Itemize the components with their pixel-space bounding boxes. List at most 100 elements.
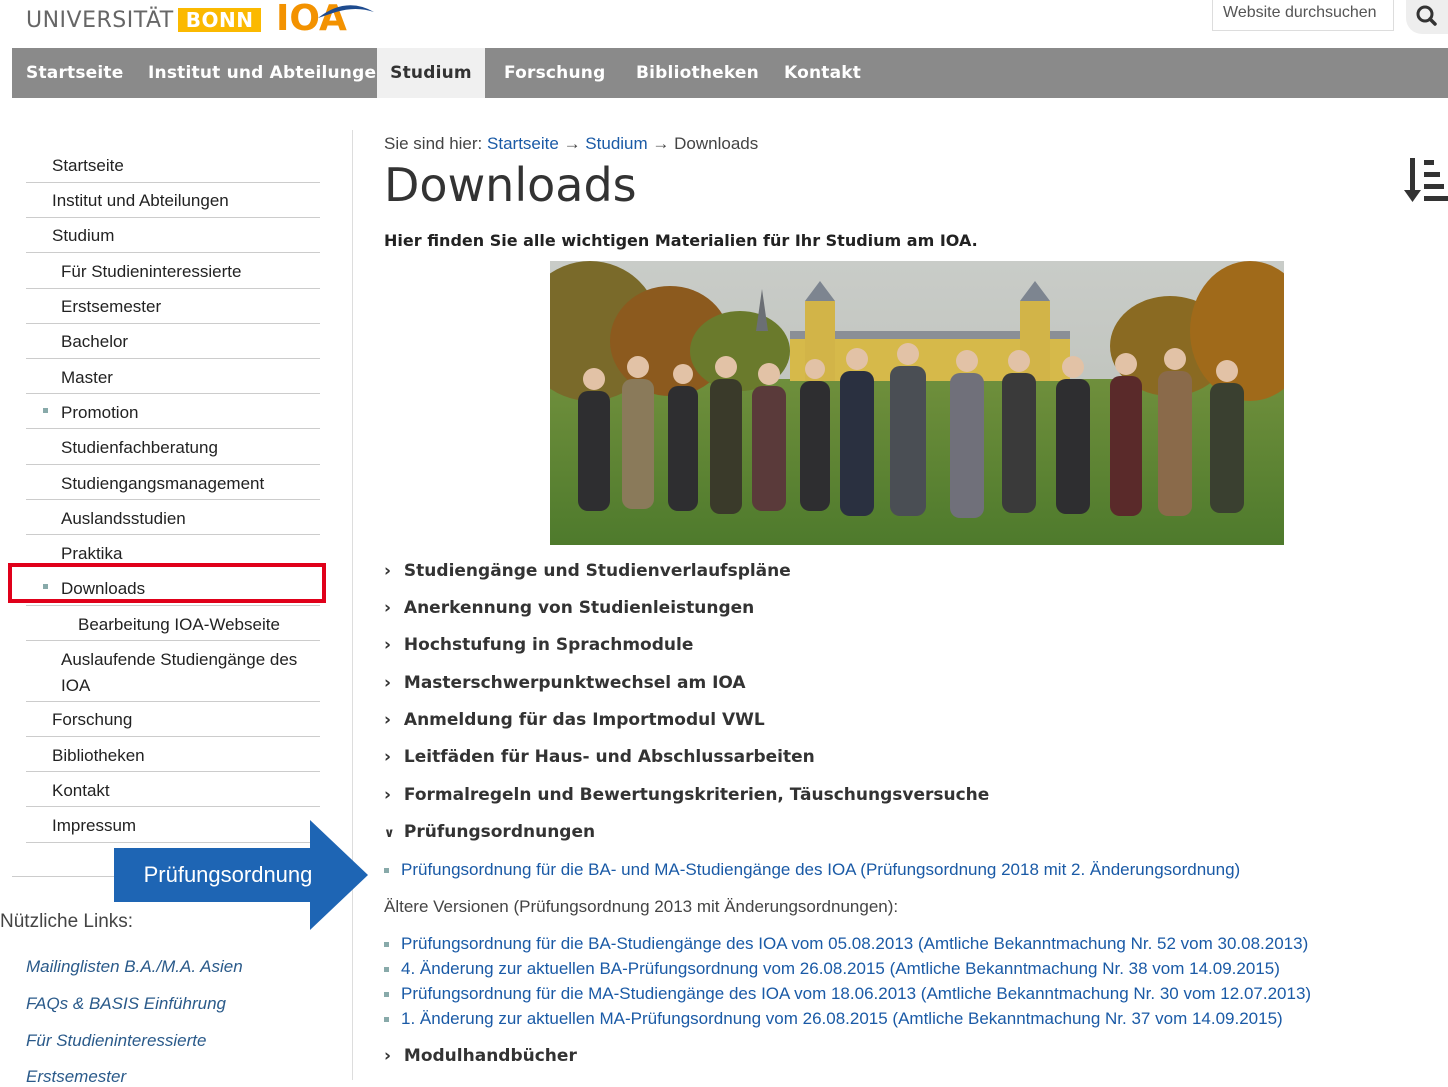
accordion-label: Formalregeln und Bewertungskriterien, Tä… [403,785,990,805]
document-link-ma-aenderung[interactable]: 1. Änderung zur aktuellen MA-Prüfungsord… [384,1009,1283,1029]
sidebar-item-praktika[interactable]: Praktika [61,544,329,564]
accordion-hochstufung[interactable]: › Hochstufung in Sprachmodule [384,635,693,655]
nav-forschung[interactable]: Forschung [504,48,605,98]
accordion-label: Masterschwerpunktwechsel am IOA [403,673,746,693]
sidebar-item-auslaufende[interactable]: Auslaufende Studiengänge des IOA [61,650,329,702]
accordion-formalregeln[interactable]: › Formalregeln und Bewertungskriterien, … [384,785,989,805]
logo-universitaet-text: UNIVERSITÄT [26,8,174,33]
accordion-label: Anerkennung von Studienleistungen [403,598,755,618]
bullet-icon [384,967,389,973]
accordion-label: Studiengänge und Studienverlaufspläne [403,561,791,581]
accordion-anerkennung[interactable]: › Anerkennung von Studienleistungen [384,598,754,618]
document-link-ba-aenderung[interactable]: 4. Änderung zur aktuellen BA-Prüfungsord… [384,959,1280,979]
main-navigation: Startseite Institut und Abteilungen Stud… [12,48,1448,98]
chevron-right-icon: › [384,598,392,618]
divider [26,288,320,289]
divider [26,701,320,702]
sidebar-item-institut[interactable]: Institut und Abteilungen [52,191,320,211]
sidebar-item-studienfachberatung[interactable]: Studienfachberatung [61,438,329,458]
nav-bibliotheken[interactable]: Bibliotheken [636,48,759,98]
divider [26,605,320,606]
bullet-icon [384,942,389,948]
chevron-right-icon: › [384,1046,392,1066]
bullet-icon [43,408,48,413]
university-logo[interactable]: UNIVERSITÄT BONN [26,8,262,33]
document-link-text: Prüfungsordnung für die BA-Studiengänge … [401,934,1309,953]
accordion-label: Hochstufung in Sprachmodule [403,635,694,655]
accordion-studiengaenge[interactable]: › Studiengänge und Studienverlaufspläne [384,561,791,581]
breadcrumb-prefix: Sie sind hier: [384,134,483,153]
document-link-current[interactable]: Prüfungsordnung für die BA- und MA-Studi… [384,860,1240,880]
document-link-ba-2013[interactable]: Prüfungsordnung für die BA-Studiengänge … [384,934,1308,954]
search-input[interactable]: Website durchsuchen [1212,0,1394,31]
divider [26,806,320,807]
divider [26,217,320,218]
breadcrumb-sep: → [563,134,581,153]
sidebar-item-studium[interactable]: Studium [52,226,320,246]
chevron-right-icon: › [384,561,392,581]
useful-link-studieninteressierte[interactable]: Für Studieninteressierte [26,1031,206,1051]
divider [26,534,320,535]
divider [26,771,320,772]
accordion-label: Prüfungsordnungen [403,822,596,842]
older-versions-label: Ältere Versionen (Prüfungsordnung 2013 m… [384,897,899,916]
bullet-icon [384,1017,389,1023]
useful-link-faqs[interactable]: FAQs & BASIS Einführung [26,994,226,1014]
breadcrumb-studium[interactable]: Studium [585,134,647,153]
chevron-right-icon: › [384,785,392,805]
accordion-leitfaeden[interactable]: › Leitfäden für Haus- und Abschlussarbei… [384,747,815,767]
chevron-right-icon: › [384,635,392,655]
nav-kontakt[interactable]: Kontakt [784,48,861,98]
sidebar-item-studieninteressierte[interactable]: Für Studieninteressierte [61,262,329,282]
sidebar-item-startseite[interactable]: Startseite [52,156,320,176]
breadcrumb: Sie sind hier: Startseite → Studium → Do… [384,134,758,154]
accordion-label: Leitfäden für Haus- und Abschlussarbeite… [403,747,815,767]
useful-link-mailinglisten[interactable]: Mailinglisten B.A./M.A. Asien [26,957,243,977]
document-link-ma-2013[interactable]: Prüfungsordnung für die MA-Studiengänge … [384,984,1311,1004]
nav-startseite[interactable]: Startseite [26,48,123,98]
chevron-right-icon: › [384,710,392,730]
divider [26,499,320,500]
accordion-importmodul[interactable]: › Anmeldung für das Importmodul VWL [384,710,765,730]
document-link-text: 4. Änderung zur aktuellen BA-Prüfungsord… [401,959,1280,978]
breadcrumb-home[interactable]: Startseite [487,134,559,153]
useful-links-title-text: Nützliche Links: [0,911,134,932]
breadcrumb-current: Downloads [674,134,759,153]
accordion-pruefungsordnungen[interactable]: ∨ Prüfungsordnungen [384,822,595,842]
divider [26,428,320,429]
sidebar-item-forschung[interactable]: Forschung [52,710,320,730]
chevron-down-icon: ∨ [384,826,395,841]
breadcrumb-sep: → [652,134,670,153]
sidebar-item-kontakt[interactable]: Kontakt [52,781,320,801]
nav-studium[interactable]: Studium [377,48,485,98]
students-campus-photo [550,261,1284,545]
sidebar-item-bibliotheken[interactable]: Bibliotheken [52,746,320,766]
divider [26,252,320,253]
sidebar-item-promotion[interactable]: Promotion [61,403,329,423]
chevron-right-icon: › [384,747,392,767]
sidebar-item-bachelor[interactable]: Bachelor [61,332,329,352]
page-title: Downloads [384,158,637,212]
sort-list-icon[interactable] [1404,154,1448,206]
divider [26,736,320,737]
sidebar-item-studiengangsmanagement[interactable]: Studiengangsmanagement [61,474,329,494]
document-link-text: Prüfungsordnung für die MA-Studiengänge … [401,984,1312,1003]
divider [26,182,320,183]
nav-institut[interactable]: Institut und Abteilungen [148,48,389,98]
sidebar-item-auslandsstudien[interactable]: Auslandsstudien [61,509,329,529]
accordion-modulhandbuecher[interactable]: › Modulhandbücher [384,1046,577,1066]
sidebar-item-erstsemester[interactable]: Erstsemester [61,297,329,317]
sidebar-item-bearbeitung[interactable]: Bearbeitung IOA-Webseite [78,615,346,635]
sidebar-item-master[interactable]: Master [61,368,329,388]
useful-links-title: Nützliche Links: [0,911,160,933]
callout-label: Prüfungsordnung [143,862,313,887]
sidebar-item-auslaufende-line1: Auslaufende Studiengänge des [61,650,298,669]
ioa-logo-swoosh-icon [318,5,374,18]
search-button[interactable] [1406,0,1448,34]
divider [26,323,320,324]
search-icon [1416,5,1437,26]
useful-link-erstsemester[interactable]: Erstsemester [26,1067,126,1087]
accordion-masterschwerpunkt[interactable]: › Masterschwerpunktwechsel am IOA [384,673,746,693]
accordion-label: Anmeldung für das Importmodul VWL [403,710,765,730]
divider [26,640,320,641]
